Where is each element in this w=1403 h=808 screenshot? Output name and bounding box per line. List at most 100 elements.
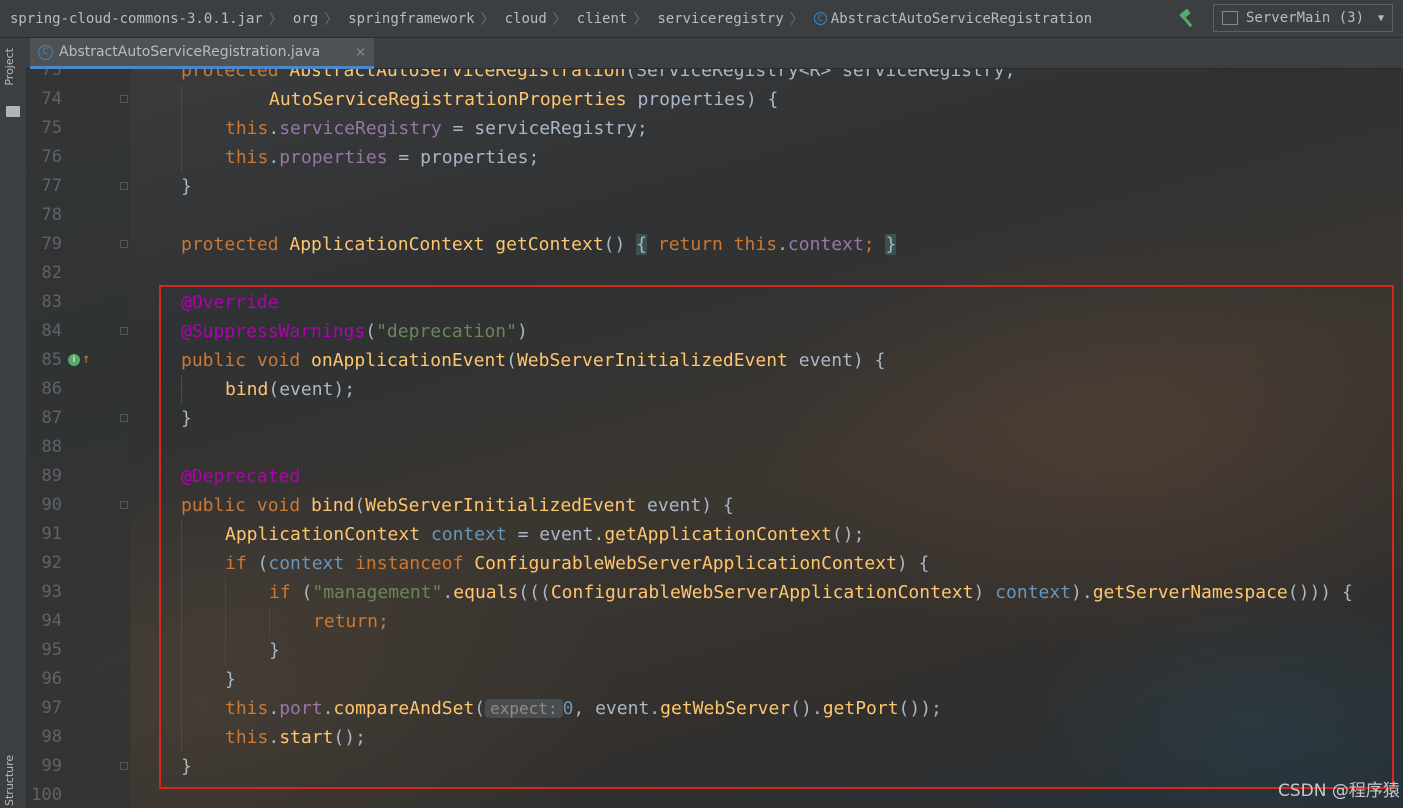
fold-marker-icon[interactable]: [120, 501, 128, 509]
class-file-icon: C: [38, 44, 53, 60]
line-number: 97: [41, 698, 62, 718]
chevron-right-icon: 〉: [789, 11, 804, 28]
code-text: this.serviceRegistry = serviceRegistry;: [225, 118, 648, 139]
code-line: 92 if (context instanceof ConfigurableWe…: [42, 549, 1403, 578]
line-number: 75: [41, 118, 62, 138]
editor-tab-bar: C AbstractAutoServiceRegistration.java ×: [26, 38, 1403, 69]
project-tool-button[interactable]: Project: [3, 48, 16, 86]
code-text: AutoServiceRegistrationProperties proper…: [269, 89, 779, 110]
code-text: this.properties = properties;: [225, 147, 540, 168]
code-text: ApplicationContext context = event.getAp…: [225, 524, 865, 545]
line-number: 93: [41, 582, 62, 602]
code-editor[interactable]: 73 protected AbstractAutoServiceRegistra…: [26, 69, 1403, 808]
code-line: 90 public void bind(WebServerInitialized…: [42, 491, 1403, 520]
left-tool-window-strip: Project Structure: [0, 38, 27, 808]
chevron-right-icon: 〉: [633, 11, 648, 28]
code-line: 77 }: [42, 172, 1403, 201]
chevron-right-icon: 〉: [552, 11, 567, 28]
breadcrumb-item-springframework[interactable]: springframework: [338, 11, 480, 27]
arrow-up-icon[interactable]: ↑: [82, 350, 90, 368]
close-icon[interactable]: ×: [355, 45, 366, 60]
code-text: @SuppressWarnings("deprecation"): [181, 321, 528, 342]
code-text: public void onApplicationEvent(WebServer…: [181, 350, 886, 371]
line-number: 74: [41, 89, 62, 109]
hammer-icon[interactable]: [1177, 7, 1199, 29]
implements-method-icon[interactable]: I: [68, 354, 80, 366]
editor-tab-active[interactable]: C AbstractAutoServiceRegistration.java ×: [30, 38, 374, 69]
class-icon: C: [813, 12, 827, 25]
breadcrumb-item-cloud[interactable]: cloud: [495, 11, 553, 27]
code-text: }: [181, 176, 192, 197]
code-text: }: [269, 640, 280, 661]
parameter-hint: expect:: [485, 699, 563, 718]
code-text: protected AbstractAutoServiceRegistratio…: [181, 69, 1016, 81]
code-line: 99 }: [42, 752, 1403, 781]
code-line: 94 return;: [42, 607, 1403, 636]
line-number: 85: [41, 350, 62, 370]
breadcrumb-item-org[interactable]: org: [283, 11, 324, 27]
run-config-label: ServerMain (3): [1246, 10, 1365, 26]
code-text: @Deprecated: [181, 466, 301, 487]
code-text: @Override: [181, 292, 279, 313]
chevron-right-icon: 〉: [324, 11, 339, 28]
fold-marker-icon[interactable]: [120, 240, 128, 248]
code-line: 91 ApplicationContext context = event.ge…: [42, 520, 1403, 549]
code-text: bind(event);: [225, 379, 356, 400]
breadcrumb-item-current-class[interactable]: C AbstractAutoServiceRegistration: [804, 11, 1098, 27]
line-number: 94: [41, 611, 62, 631]
code-area[interactable]: 73 protected AbstractAutoServiceRegistra…: [31, 69, 1403, 808]
line-number: 96: [41, 669, 62, 689]
line-number: 83: [41, 292, 62, 312]
code-line: 93 if ("management".equals(((Configurabl…: [42, 578, 1403, 607]
code-line: 89 @Deprecated: [42, 462, 1403, 491]
line-number: 87: [41, 408, 62, 428]
breadcrumb-item-jar[interactable]: spring-cloud-commons-3.0.1.jar: [0, 11, 269, 27]
code-text: }: [181, 408, 192, 429]
code-line: 84 @SuppressWarnings("deprecation"): [42, 317, 1403, 346]
code-line: 98 this.start();: [42, 723, 1403, 752]
fold-marker-icon[interactable]: [120, 327, 128, 335]
code-line: 75 this.serviceRegistry = serviceRegistr…: [42, 114, 1403, 143]
fold-marker-icon[interactable]: [120, 762, 128, 770]
line-number: 98: [41, 727, 62, 747]
folder-icon[interactable]: [6, 106, 20, 117]
run-config-icon: [1222, 11, 1238, 25]
fold-marker-icon[interactable]: [120, 414, 128, 422]
line-number: 92: [41, 553, 62, 573]
code-line: 73 protected AbstractAutoServiceRegistra…: [42, 69, 1403, 85]
code-line: 85 I ↑ public void onApplicationEvent(We…: [42, 346, 1403, 375]
code-line: 97 this.port.compareAndSet(expect: 0, eve…: [42, 694, 1403, 723]
line-number: 82: [41, 263, 62, 283]
line-number: 100: [31, 785, 62, 805]
run-configuration-select[interactable]: ServerMain (3) ▼: [1213, 4, 1393, 32]
line-number: 88: [41, 437, 62, 457]
code-text: }: [181, 756, 192, 777]
code-line: 96 }: [42, 665, 1403, 694]
code-line: 100: [31, 781, 1403, 808]
breadcrumb-item-serviceregistry[interactable]: serviceregistry: [647, 11, 789, 27]
code-text: public void bind(WebServerInitializedEve…: [181, 495, 734, 516]
watermark: CSDN @程序猿: [1278, 781, 1400, 801]
code-text: if (context instanceof ConfigurableWebSe…: [225, 553, 930, 574]
toolbar-right: ServerMain (3) ▼: [1177, 4, 1393, 32]
breadcrumb-item-client[interactable]: client: [567, 11, 634, 27]
line-number: 89: [41, 466, 62, 486]
code-text: return;: [313, 611, 389, 632]
line-number: 77: [41, 176, 62, 196]
code-text: }: [225, 669, 236, 690]
code-text: if ("management".equals(((ConfigurableWe…: [269, 582, 1353, 603]
line-number: 99: [41, 756, 62, 776]
line-number: 73: [41, 69, 62, 80]
fold-marker-icon[interactable]: [120, 182, 128, 190]
fold-marker-icon[interactable]: [120, 95, 128, 103]
code-line: 87 }: [42, 404, 1403, 433]
line-number: 76: [41, 147, 62, 167]
line-number: 84: [41, 321, 62, 341]
line-number: 78: [41, 205, 62, 225]
structure-tool-button[interactable]: Structure: [3, 750, 16, 806]
tab-filename: AbstractAutoServiceRegistration.java: [59, 44, 321, 60]
code-line: 78: [42, 201, 1403, 230]
chevron-down-icon: ▼: [1377, 12, 1384, 24]
chevron-right-icon: 〉: [268, 11, 283, 28]
line-number: 95: [41, 640, 62, 660]
